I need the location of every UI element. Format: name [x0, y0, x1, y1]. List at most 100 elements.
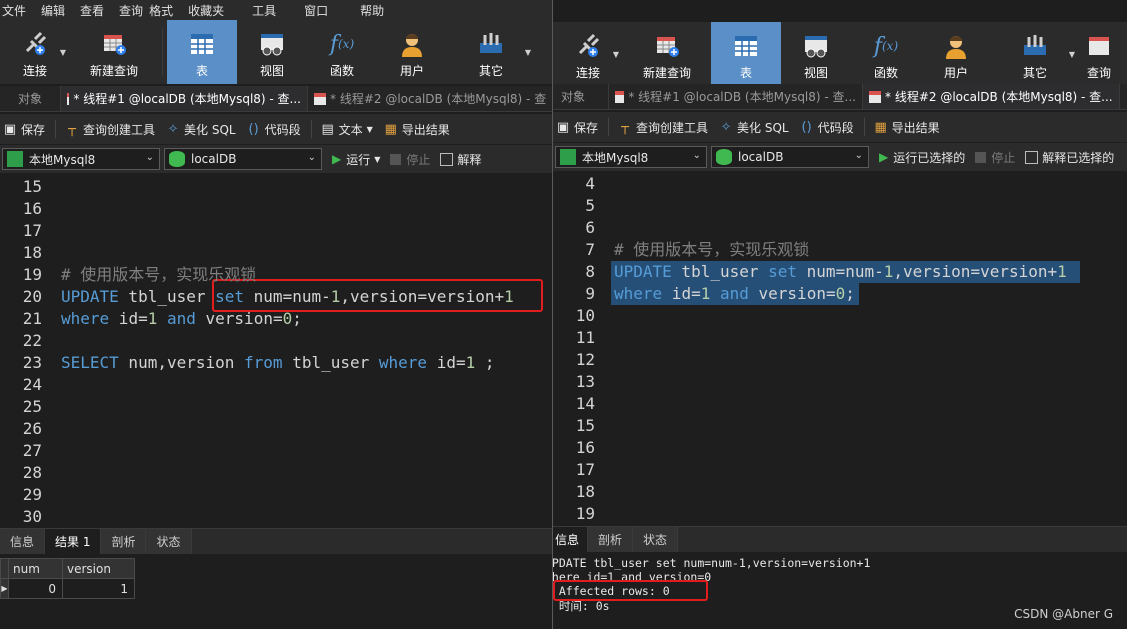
connection-select[interactable]: 本地Mysql8 ⌄	[555, 146, 707, 168]
menu-view[interactable]: 查看	[78, 2, 117, 19]
code-line[interactable]: 18	[553, 481, 1127, 503]
table-button[interactable]: 表	[167, 20, 237, 84]
view-button[interactable]: 视图	[781, 22, 851, 86]
code-text[interactable]	[42, 176, 61, 198]
sql-editor[interactable]: 4 5 6 7 # 使用版本号，实现乐观锁 8 UPDATE tbl_user set nu…	[553, 173, 1127, 524]
explain-selected-button[interactable]: 解释已选择的	[1025, 149, 1114, 166]
connection-select[interactable]: 本地Mysql8 ⌄	[2, 148, 160, 170]
code-text[interactable]: UPDATE tbl_user set num=num-1,version=ve…	[42, 286, 514, 308]
code-line[interactable]: 29	[0, 484, 552, 506]
code-text[interactable]: where id=1 and version=0;	[595, 283, 859, 305]
code-text[interactable]: # 使用版本号，实现乐观锁	[595, 239, 809, 261]
tab-info[interactable]: 信息	[553, 527, 589, 552]
code-snippet-button[interactable]: () 代码段	[799, 119, 854, 136]
code-text[interactable]	[595, 371, 614, 393]
text-button[interactable]: ▤ 文本 ▼	[320, 121, 372, 138]
code-text[interactable]	[42, 330, 61, 352]
menu-help[interactable]: 帮助	[358, 2, 397, 19]
code-line[interactable]: 20 UPDATE tbl_user set num=num-1,version=…	[0, 286, 552, 308]
sql-editor[interactable]: 15 16 17 18 19 # 使用版本号，实现乐观锁 20 UPDATE tbl_user…	[0, 176, 552, 526]
tab-objects[interactable]: 对象	[0, 86, 62, 111]
code-line[interactable]: 23 SELECT num,version from tbl_user where…	[0, 352, 552, 374]
save-button[interactable]: ▣ 保存	[2, 121, 45, 138]
run-button[interactable]: ▶ 运行 ▼	[332, 151, 380, 168]
explain-button[interactable]: 解释	[440, 151, 481, 168]
code-text[interactable]	[595, 217, 614, 239]
function-button[interactable]: f (x) 函数	[307, 20, 377, 84]
code-text[interactable]	[595, 305, 614, 327]
code-text[interactable]	[42, 198, 61, 220]
code-text[interactable]: # 使用版本号，实现乐观锁	[42, 264, 256, 286]
menu-window[interactable]: 窗口	[302, 2, 358, 19]
code-text[interactable]	[42, 484, 61, 506]
save-button[interactable]: ▣ 保存	[555, 119, 598, 136]
code-text[interactable]: UPDATE tbl_user set num=num-1,version=ve…	[595, 261, 1081, 283]
tab-thread-2[interactable]: * 线程#2 @localDB (本地Mysql8) - 查	[308, 86, 552, 111]
query-builder-button[interactable]: ┬ 查询创建工具	[617, 119, 708, 136]
new-query-button[interactable]: 新建查询	[70, 20, 158, 84]
code-text[interactable]	[42, 440, 61, 462]
code-text[interactable]	[42, 462, 61, 484]
code-line[interactable]: 12	[553, 349, 1127, 371]
code-text[interactable]	[42, 396, 61, 418]
code-line[interactable]: 14	[553, 393, 1127, 415]
connect-button[interactable]: 连接 ▼	[0, 20, 70, 84]
query-builder-button[interactable]: ┬ 查询创建工具	[64, 121, 155, 138]
code-line[interactable]: 27	[0, 440, 552, 462]
tab-objects[interactable]: 对象	[553, 84, 609, 109]
export-results-button[interactable]: ▦ 导出结果	[873, 119, 939, 136]
menu-favorites[interactable]: 收藏夹	[186, 2, 250, 19]
code-line[interactable]: 10	[553, 305, 1127, 327]
code-line[interactable]: 19	[553, 503, 1127, 525]
code-line[interactable]: 24	[0, 374, 552, 396]
tab-info[interactable]: 信息	[0, 529, 46, 554]
chevron-down-icon[interactable]: ▼	[525, 48, 531, 57]
code-text[interactable]	[42, 242, 61, 264]
chevron-down-icon[interactable]: ▼	[60, 48, 66, 57]
code-line[interactable]: 16	[553, 437, 1127, 459]
stop-button[interactable]: 停止	[390, 151, 430, 168]
code-text[interactable]	[595, 415, 614, 437]
chevron-down-icon[interactable]: ▼	[613, 50, 619, 59]
chevron-down-icon[interactable]: ▼	[1069, 50, 1075, 59]
tab-status[interactable]: 状态	[146, 529, 192, 554]
code-text[interactable]	[42, 506, 61, 528]
result-grid[interactable]: num version ▶ 0 1	[0, 558, 135, 599]
query-button[interactable]: 查询	[1079, 22, 1119, 86]
run-selected-button[interactable]: ▶ 运行已选择的	[879, 149, 965, 166]
code-line[interactable]: 4	[553, 173, 1127, 195]
user-button[interactable]: 用户	[921, 22, 991, 86]
code-text[interactable]	[42, 418, 61, 440]
code-line[interactable]: 9 where id=1 and version=0;	[553, 283, 1127, 305]
code-line[interactable]: 22	[0, 330, 552, 352]
code-line[interactable]: 26	[0, 418, 552, 440]
stop-button[interactable]: 停止	[975, 149, 1015, 166]
column-header-num[interactable]: num	[8, 558, 63, 579]
cell-num[interactable]: 0	[8, 578, 63, 599]
column-header-version[interactable]: version	[62, 558, 135, 579]
database-select[interactable]: localDB ⌄	[711, 146, 869, 168]
menu-edit[interactable]: 编辑	[39, 2, 78, 19]
code-line[interactable]: 7 # 使用版本号，实现乐观锁	[553, 239, 1127, 261]
function-button[interactable]: f (x) 函数	[851, 22, 921, 86]
tab-thread-2[interactable]: * 线程#2 @localDB (本地Mysql8) - 查...	[863, 84, 1120, 109]
others-button[interactable]: 其它 ▼	[447, 20, 535, 84]
code-text[interactable]	[595, 173, 614, 195]
code-line[interactable]: 16	[0, 198, 552, 220]
tab-profile[interactable]: 剖析	[101, 529, 147, 554]
table-row[interactable]: ▶ 0 1	[0, 578, 135, 599]
code-text[interactable]	[595, 195, 614, 217]
code-line[interactable]: 11	[553, 327, 1127, 349]
others-button[interactable]: 其它 ▼	[991, 22, 1079, 86]
tab-thread-1[interactable]: * 线程#1 @localDB (本地Mysql8) - 查...	[609, 84, 863, 109]
code-text[interactable]	[595, 503, 614, 525]
tab-thread-1[interactable]: * 线程#1 @localDB (本地Mysql8) - 查...	[61, 86, 309, 111]
code-text[interactable]	[595, 437, 614, 459]
beautify-sql-button[interactable]: ✧ 美化 SQL	[718, 119, 789, 136]
code-line[interactable]: 15	[0, 176, 552, 198]
table-button[interactable]: 表	[711, 22, 781, 86]
connect-button[interactable]: 连接 ▼	[553, 22, 623, 86]
code-text[interactable]	[42, 374, 61, 396]
code-text[interactable]	[595, 459, 614, 481]
code-line[interactable]: 15	[553, 415, 1127, 437]
